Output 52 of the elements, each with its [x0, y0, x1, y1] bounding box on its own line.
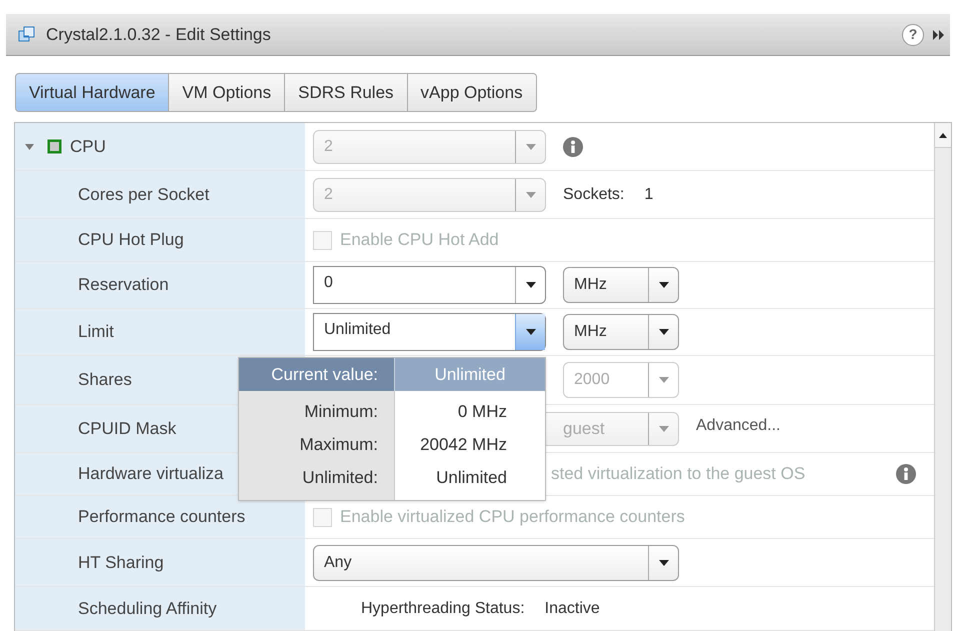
window-title: Crystal2.1.0.32 - Edit Settings [46, 24, 271, 46]
setting-label: Performance counters [78, 506, 246, 528]
setting-label: Reservation [78, 274, 169, 296]
caret-down-icon [658, 426, 668, 432]
caret-down-icon [658, 560, 668, 566]
help-icon[interactable]: ? [902, 24, 924, 46]
popup-value: Unlimited [436, 466, 507, 489]
info-icon[interactable] [563, 136, 583, 156]
field-value: 1 [644, 184, 654, 204]
caret-down-icon [526, 192, 536, 198]
setting-label: Shares [78, 369, 132, 392]
field-label: Hyperthreading Status: [361, 598, 525, 618]
setting-label: Limit [78, 321, 114, 344]
setting-label: Scheduling Affinity [78, 598, 217, 620]
chip-icon [47, 139, 62, 154]
caret-down-icon [526, 144, 536, 150]
popup-value: 0 MHz [458, 400, 507, 423]
advanced-link[interactable]: Advanced... [696, 414, 780, 438]
combo-field[interactable]: Unlimited [313, 313, 546, 351]
field-value: Inactive [544, 598, 600, 618]
caret-down-icon [526, 282, 536, 288]
unit-select[interactable]: MHz [563, 314, 679, 350]
virtual-machine-icon [18, 26, 36, 44]
setting-label: HT Sharing [78, 552, 164, 574]
combo-field[interactable]: 0 [313, 266, 546, 304]
caret-up-icon [939, 132, 947, 138]
caret-down-icon [658, 329, 668, 335]
popup-header-value: Unlimited [394, 358, 545, 391]
setting-label: CPU Hot Plug [78, 229, 184, 252]
tab[interactable]: SDRS Rules [285, 73, 408, 112]
tab[interactable]: Virtual Hardware [15, 73, 170, 112]
setting-label: CPUID Mask [78, 418, 176, 440]
popup-header-label: Current value: [239, 358, 394, 391]
select-field[interactable]: Any [313, 544, 679, 580]
scroll-up-button[interactable] [934, 123, 951, 148]
field-label: Sockets: [563, 184, 624, 204]
expand-icon[interactable] [932, 28, 946, 42]
popup-label: Minimum: [304, 400, 378, 423]
option-text: sted virtualization to the guest OS [551, 464, 806, 484]
setting-label: Hardware virtualiza [78, 463, 224, 486]
setting-label: Cores per Socket [78, 184, 210, 206]
popup-label: Unlimited: [302, 466, 378, 489]
unit-select[interactable]: MHz [563, 267, 679, 303]
popup-label: Maximum: [300, 434, 378, 456]
caret-down-icon [658, 377, 668, 383]
tab[interactable]: vApp Options [408, 73, 537, 112]
caret-down-icon [658, 282, 668, 288]
tab[interactable]: VM Options [169, 73, 286, 112]
caret-down-icon [526, 329, 536, 335]
info-icon[interactable] [896, 464, 916, 484]
setting-label: CPU [70, 136, 106, 158]
popup-value: 20042 MHz [420, 434, 507, 456]
